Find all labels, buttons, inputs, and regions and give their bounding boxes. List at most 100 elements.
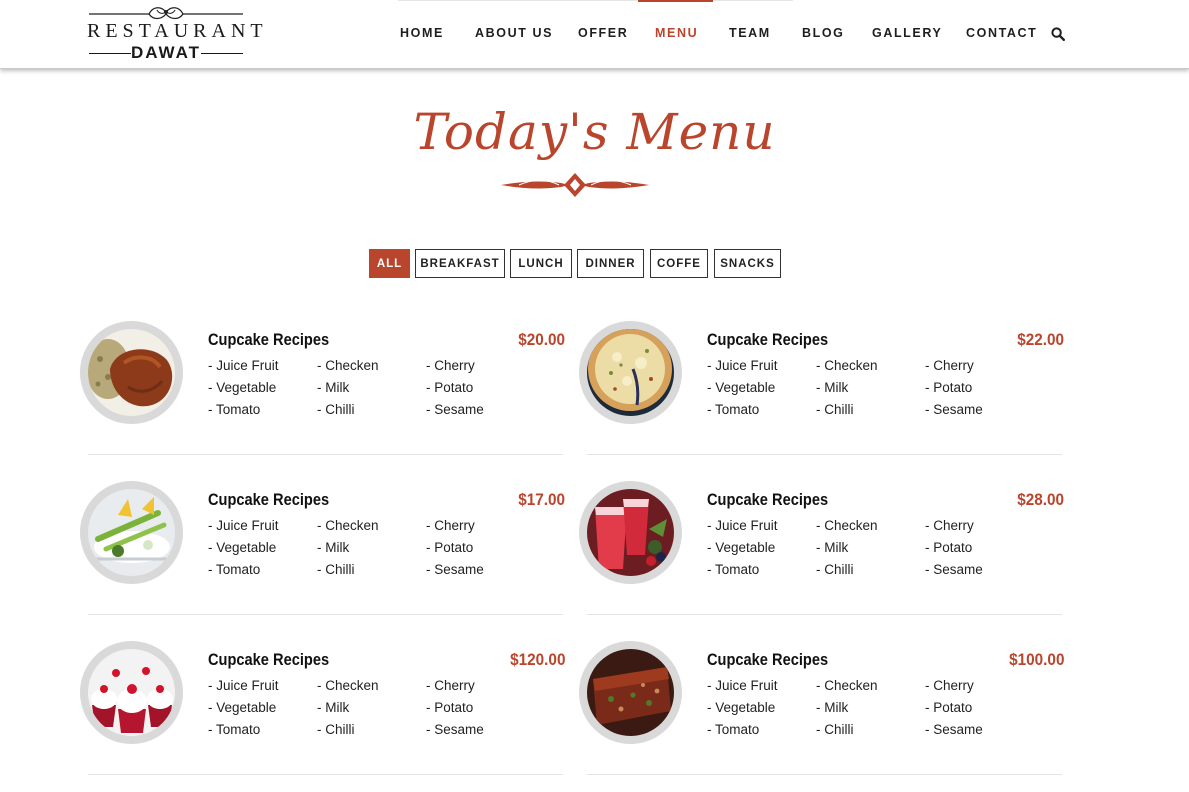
ingredient: - Cherry — [426, 518, 475, 533]
filter-lunch[interactable]: LUNCH — [510, 249, 572, 278]
search-icon[interactable] — [1051, 27, 1065, 41]
ingredient: - Tomato — [707, 402, 760, 417]
ingredient: - Milk — [317, 540, 350, 555]
ingredient: - Vegetable — [707, 700, 776, 715]
meatloaf-image — [587, 649, 674, 736]
ingredient: - Vegetable — [707, 540, 776, 555]
ingredient: - Cherry — [426, 678, 475, 693]
section-title: Today's Menu — [413, 103, 776, 161]
menu-item[interactable]: Cupcake Recipes $17.00 - Juice Fruit - C… — [80, 481, 565, 641]
dish-thumbnail[interactable] — [80, 321, 183, 424]
dish-thumbnail[interactable] — [80, 641, 183, 744]
item-divider — [587, 774, 1062, 775]
logo-wordmark-top: RESTAURANT — [87, 20, 268, 42]
ingredient: - Tomato — [707, 562, 760, 577]
item-divider — [88, 774, 563, 775]
menu-item[interactable]: Cupcake Recipes $20.00 - Juice Fruit - C… — [80, 321, 565, 481]
nav-active-indicator — [638, 0, 713, 2]
ingredient: - Cherry — [925, 358, 974, 373]
ingredient: - Milk — [816, 540, 849, 555]
ingredient: - Tomato — [707, 722, 760, 737]
nav-item-blog[interactable]: BLOG — [802, 26, 845, 40]
item-divider — [587, 614, 1062, 615]
ingredient: - Checken — [816, 518, 878, 533]
dish-name: Cupcake Recipes — [707, 330, 829, 349]
ingredient: - Chilli — [816, 722, 854, 737]
filter-coffe[interactable]: COFFE — [650, 249, 708, 278]
menu-item[interactable]: Cupcake Recipes $28.00 - Juice Fruit - C… — [579, 481, 1064, 641]
menu-item[interactable]: Cupcake Recipes $22.00 - Juice Fruit - C… — [579, 321, 1064, 481]
site-header: RESTAURANT DAWAT HOME ABOUT US OFFER MEN… — [0, 0, 1189, 69]
item-divider — [88, 614, 563, 615]
salad-plate-image — [88, 489, 175, 576]
dish-price: $17.00 — [518, 490, 565, 509]
nav-item-contact[interactable]: CONTACT — [966, 26, 1037, 40]
filter-dinner[interactable]: DINNER — [577, 249, 644, 278]
dish-price: $28.00 — [1017, 490, 1064, 509]
ingredient: - Potato — [426, 380, 474, 395]
restaurant-logo[interactable]: RESTAURANT DAWAT — [87, 3, 268, 63]
filter-breakfast[interactable]: BREAKFAST — [415, 249, 505, 278]
filter-all[interactable]: ALL — [369, 249, 410, 278]
dish-thumbnail[interactable] — [579, 481, 682, 584]
ingredient: - Juice Fruit — [208, 518, 279, 533]
ingredient: - Milk — [816, 700, 849, 715]
ingredient: - Milk — [816, 380, 849, 395]
dish-name: Cupcake Recipes — [707, 650, 829, 669]
dish-price: $22.00 — [1017, 330, 1064, 349]
ingredient: - Cherry — [925, 678, 974, 693]
ingredient: - Potato — [426, 540, 474, 555]
dish-price: $100.00 — [1008, 650, 1064, 669]
ingredient: - Milk — [317, 700, 350, 715]
menu-item[interactable]: Cupcake Recipes $120.00 - Juice Fruit - … — [80, 641, 565, 792]
nav-top-line — [398, 0, 793, 1]
ingredient: - Potato — [426, 700, 474, 715]
item-divider — [88, 454, 563, 455]
nav-item-menu[interactable]: MENU — [655, 26, 698, 40]
pizza-image — [587, 329, 674, 416]
ingredient: - Checken — [816, 358, 878, 373]
dish-thumbnail[interactable] — [80, 481, 183, 584]
ingredient: - Tomato — [208, 562, 261, 577]
roast-chicken-image — [88, 329, 175, 416]
dish-name: Cupcake Recipes — [208, 330, 330, 349]
ingredient: - Juice Fruit — [707, 358, 778, 373]
ingredient: - Chilli — [816, 562, 854, 577]
logo-ornament-icon — [89, 7, 243, 20]
red-velvet-cupcakes-image — [88, 649, 175, 736]
nav-item-about-us[interactable]: ABOUT US — [475, 26, 553, 40]
ingredient: - Tomato — [208, 722, 261, 737]
ingredient: - Potato — [925, 540, 973, 555]
ingredient: - Sesame — [925, 722, 983, 737]
ingredient: - Vegetable — [208, 540, 277, 555]
ingredient: - Checken — [317, 678, 379, 693]
title-divider-ornament-icon — [501, 173, 649, 197]
ingredient: - Chilli — [816, 402, 854, 417]
ingredient: - Chilli — [317, 402, 355, 417]
dish-price: $120.00 — [509, 650, 565, 669]
ingredient: - Potato — [925, 700, 973, 715]
nav-item-gallery[interactable]: GALLERY — [872, 26, 942, 40]
nav-item-home[interactable]: HOME — [400, 26, 444, 40]
ingredient: - Sesame — [925, 402, 983, 417]
dish-name: Cupcake Recipes — [707, 490, 829, 509]
ingredient: - Chilli — [317, 722, 355, 737]
ingredient: - Cherry — [925, 518, 974, 533]
ingredient: - Juice Fruit — [707, 678, 778, 693]
dish-thumbnail[interactable] — [579, 641, 682, 744]
nav-item-team[interactable]: TEAM — [729, 26, 771, 40]
ingredient: - Vegetable — [707, 380, 776, 395]
ingredient: - Sesame — [426, 722, 484, 737]
nav-item-offer[interactable]: OFFER — [578, 26, 628, 40]
filter-snacks[interactable]: SNACKS — [714, 249, 781, 278]
ingredient: - Juice Fruit — [707, 518, 778, 533]
ingredient: - Chilli — [317, 562, 355, 577]
ingredient: - Cherry — [426, 358, 475, 373]
menu-item[interactable]: Cupcake Recipes $100.00 - Juice Fruit - … — [579, 641, 1064, 792]
dish-thumbnail[interactable] — [579, 321, 682, 424]
ingredient: - Checken — [816, 678, 878, 693]
ingredient: - Potato — [925, 380, 973, 395]
ingredient: - Juice Fruit — [208, 678, 279, 693]
ingredient: - Milk — [317, 380, 350, 395]
ingredient: - Sesame — [426, 562, 484, 577]
